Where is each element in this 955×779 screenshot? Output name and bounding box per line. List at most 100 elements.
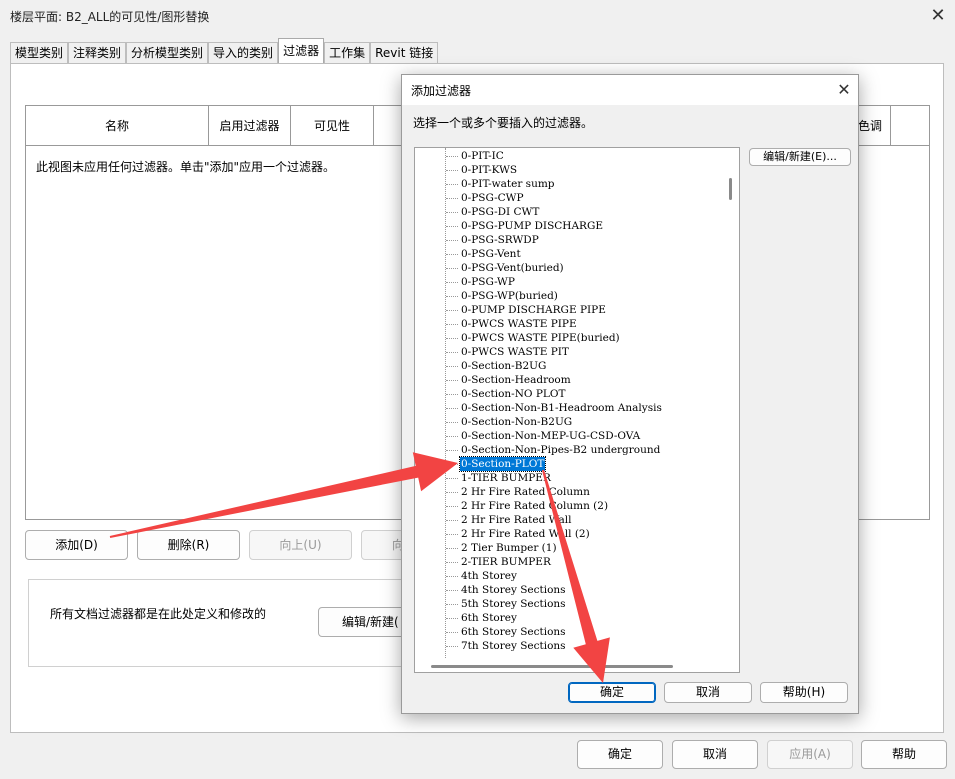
filter-list-item[interactable]: 2-TIER BUMPER bbox=[460, 555, 552, 569]
filter-list-item[interactable]: 0-PSG-WP bbox=[460, 275, 516, 289]
filter-list-item[interactable]: 0-PSG-Vent(buried) bbox=[460, 261, 565, 275]
vertical-scrollbar[interactable] bbox=[725, 148, 739, 658]
help-button[interactable]: 帮助 bbox=[861, 740, 947, 769]
tree-connector bbox=[446, 422, 458, 423]
tree-connector bbox=[446, 324, 458, 325]
filter-list-item[interactable]: 5th Storey Sections bbox=[460, 597, 567, 611]
add-button[interactable]: 添加(D) bbox=[25, 530, 128, 560]
window-title-bar: 楼层平面: B2_ALL的可见性/图形替换 ✕ bbox=[0, 0, 955, 32]
filter-list-item[interactable]: 0-Section-Non-Pipes-B2 underground bbox=[460, 443, 661, 457]
tab-annotation-categories[interactable]: 注释类别 bbox=[68, 42, 127, 64]
dialog-close-icon[interactable]: ✕ bbox=[830, 78, 858, 102]
tab-imported-categories[interactable]: 导入的类别 bbox=[208, 42, 279, 64]
tree-connector bbox=[446, 646, 458, 647]
filter-list-item[interactable]: 6th Storey bbox=[460, 611, 518, 625]
tree-connector bbox=[446, 282, 458, 283]
filter-list-item[interactable]: 0-PSG-PUMP DISCHARGE bbox=[460, 219, 604, 233]
tree-connector bbox=[446, 338, 458, 339]
tree-connector bbox=[446, 534, 458, 535]
filter-info-box: 所有文档过滤器都是在此处定义和修改的 编辑/新建( bbox=[28, 579, 418, 667]
filter-list-item[interactable]: 0-Section-Non-B1-Headroom Analysis bbox=[460, 401, 663, 415]
tree-connector bbox=[446, 604, 458, 605]
filter-tree-list: 0-PIT-IC 0-PIT-KWS 0-PIT-water sump 0-PSG-C… bbox=[414, 147, 740, 673]
filter-list-item[interactable]: 0-Section-Non-B2UG bbox=[460, 415, 573, 429]
tab-bar: 模型类别 注释类别 分析模型类别 导入的类别 过滤器 工作集 Revit 链接 bbox=[10, 38, 439, 64]
dialog-title: 添加过滤器 bbox=[411, 84, 472, 98]
dialog-ok-button[interactable]: 确定 bbox=[568, 682, 656, 703]
tree-connector bbox=[446, 408, 458, 409]
dialog-edit-new-button[interactable]: 编辑/新建(E)... bbox=[749, 148, 851, 166]
delete-button[interactable]: 删除(R) bbox=[137, 530, 240, 560]
move-up-button[interactable]: 向上(U) bbox=[249, 530, 352, 560]
filter-list-item[interactable]: 6th Storey Sections bbox=[460, 625, 567, 639]
tree-connector bbox=[446, 380, 458, 381]
cancel-button[interactable]: 取消 bbox=[672, 740, 758, 769]
filter-list-item[interactable]: 4th Storey bbox=[460, 569, 518, 583]
tree-connector bbox=[446, 268, 458, 269]
filter-list-item[interactable]: 0-PSG-WP(buried) bbox=[460, 289, 559, 303]
filter-list-item[interactable]: 0-PSG-Vent bbox=[460, 247, 522, 261]
filter-list-item[interactable]: 0-PIT-IC bbox=[460, 149, 505, 163]
filter-list-item[interactable]: 2 Hr Fire Rated Wall (2) bbox=[460, 527, 591, 541]
tab-analytical-model-categories[interactable]: 分析模型类别 bbox=[126, 42, 209, 64]
filter-list-item[interactable]: 0-Section-Non-MEP-UG-CSD-OVA bbox=[460, 429, 641, 443]
filter-list-item[interactable]: 2 Hr Fire Rated Column bbox=[460, 485, 591, 499]
filter-list-item[interactable]: 2 Hr Fire Rated Column (2) bbox=[460, 499, 609, 513]
horizontal-scroll-thumb[interactable] bbox=[431, 665, 673, 668]
filter-list-item[interactable]: 0-PSG-DI CWT bbox=[460, 205, 540, 219]
tree-connector bbox=[446, 352, 458, 353]
tree-connector bbox=[446, 478, 458, 479]
dialog-cancel-button[interactable]: 取消 bbox=[664, 682, 752, 703]
filter-list-item[interactable]: 1-TIER BUMPER bbox=[460, 471, 552, 485]
filter-list-item[interactable]: 0-PUMP DISCHARGE PIPE bbox=[460, 303, 607, 317]
tree-connector bbox=[446, 492, 458, 493]
column-header-filler bbox=[891, 106, 929, 146]
tree-connector bbox=[446, 212, 458, 213]
filter-list-item[interactable]: 0-Section-NO PLOT bbox=[460, 387, 567, 401]
tree-connector bbox=[446, 366, 458, 367]
column-header-visibility[interactable]: 可见性 bbox=[291, 106, 374, 146]
filter-list-item[interactable]: 0-PIT-water sump bbox=[460, 177, 556, 191]
grid-empty-message: 此视图未应用任何过滤器。单击"添加"应用一个过滤器。 bbox=[36, 160, 336, 174]
column-header-name[interactable]: 名称 bbox=[26, 106, 209, 146]
tab-filters[interactable]: 过滤器 bbox=[278, 38, 325, 64]
filter-list-item[interactable]: 2 Hr Fire Rated Wall bbox=[460, 513, 573, 527]
tree-connector bbox=[446, 548, 458, 549]
filter-list-item[interactable]: 7th Storey Sections bbox=[460, 639, 567, 653]
tree-connector bbox=[446, 296, 458, 297]
tree-connector bbox=[446, 156, 458, 157]
filter-list-item[interactable]: 0-PWCS WASTE PIPE(buried) bbox=[460, 331, 621, 345]
add-filter-dialog: 添加过滤器 ✕ 选择一个或多个要插入的过滤器。 编辑/新建(E)... 0-PI… bbox=[401, 74, 859, 714]
filter-list-item[interactable]: 4th Storey Sections bbox=[460, 583, 567, 597]
tab-revit-links[interactable]: Revit 链接 bbox=[370, 42, 439, 64]
filter-list-item[interactable]: 0-PWCS WASTE PIPE bbox=[460, 317, 578, 331]
ok-button[interactable]: 确定 bbox=[577, 740, 663, 769]
tree-connector bbox=[446, 170, 458, 171]
window-title: 楼层平面: B2_ALL的可见性/图形替换 bbox=[10, 10, 210, 24]
tree-connector bbox=[446, 590, 458, 591]
filter-list-item[interactable]: 0-Section-PLOT bbox=[458, 456, 547, 472]
filter-list-item[interactable]: 0-PSG-SRWDP bbox=[460, 233, 540, 247]
filter-list-item[interactable]: 0-Section-Headroom bbox=[460, 373, 572, 387]
tab-worksets[interactable]: 工作集 bbox=[324, 42, 371, 64]
vertical-scroll-thumb[interactable] bbox=[729, 178, 732, 200]
tree-connector-line bbox=[445, 148, 446, 658]
apply-button[interactable]: 应用(A) bbox=[767, 740, 853, 769]
column-header-enable-filter[interactable]: 启用过滤器 bbox=[209, 106, 291, 146]
tree-connector bbox=[446, 576, 458, 577]
tree-connector bbox=[446, 450, 458, 451]
tree-connector bbox=[446, 254, 458, 255]
tree-connector bbox=[446, 618, 458, 619]
filter-list-item[interactable]: 0-PIT-KWS bbox=[460, 163, 518, 177]
tab-model-categories[interactable]: 模型类别 bbox=[10, 42, 69, 64]
horizontal-scrollbar[interactable] bbox=[415, 660, 725, 672]
filter-list-item[interactable]: 2 Tier Bumper (1) bbox=[460, 541, 558, 555]
filter-info-text: 所有文档过滤器都是在此处定义和修改的 bbox=[50, 607, 267, 621]
filter-list-item[interactable]: 0-PWCS WASTE PIT bbox=[460, 345, 570, 359]
filter-list-item[interactable]: 0-PSG-CWP bbox=[460, 191, 525, 205]
close-icon[interactable]: ✕ bbox=[924, 4, 952, 28]
tree-connector bbox=[446, 310, 458, 311]
dialog-help-button[interactable]: 帮助(H) bbox=[760, 682, 848, 703]
filter-list-item[interactable]: 0-Section-B2UG bbox=[460, 359, 547, 373]
tree-connector bbox=[446, 184, 458, 185]
